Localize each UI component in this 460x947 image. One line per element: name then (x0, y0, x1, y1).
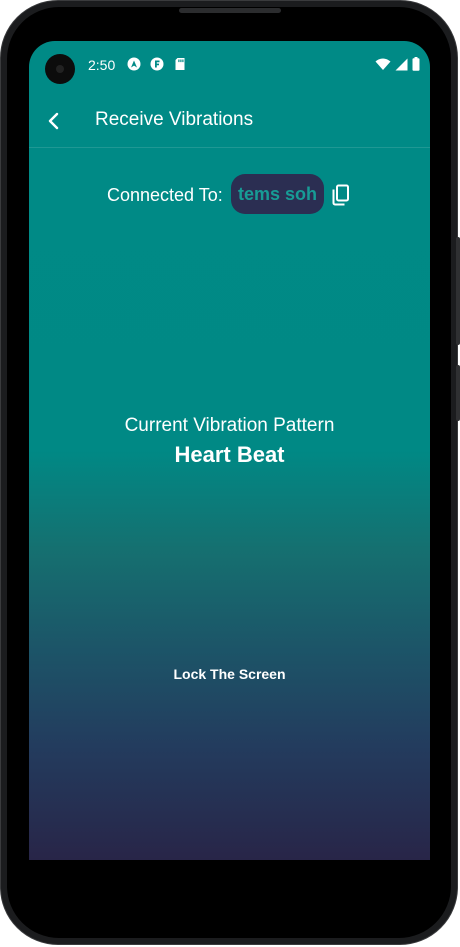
app-screen: 2:50 Receive Vibrations Connected To: te… (29, 41, 430, 860)
connected-label: Connected To: (107, 185, 223, 205)
arrow-back-icon (48, 112, 59, 130)
volume-button (456, 237, 460, 345)
lock-screen-label: Lock The Screen (173, 666, 286, 682)
sd-card-icon (173, 57, 187, 71)
earpiece-speaker (179, 8, 281, 13)
android-auto-icon (127, 57, 141, 71)
device-name-chip[interactable]: tems soh (231, 174, 324, 214)
pattern-name: Heart Beat (174, 442, 285, 467)
cellular-signal-icon (395, 58, 408, 76)
copy-icon (332, 184, 349, 206)
lock-screen-button[interactable]: Lock The Screen (149, 661, 310, 687)
status-time: 2:50 (88, 57, 116, 73)
battery-icon (412, 57, 420, 76)
power-button (456, 365, 460, 421)
device-name: tems soh (237, 183, 318, 204)
copy-button[interactable] (329, 183, 353, 207)
wifi-icon (375, 57, 391, 76)
front-camera (45, 54, 75, 84)
connection-row: Connected To: tems soh (29, 173, 430, 215)
pattern-caption: Current Vibration Pattern (124, 415, 335, 436)
page-title: Receive Vibrations (95, 109, 254, 130)
app-bar: Receive Vibrations (29, 98, 430, 148)
app-notification-icon (150, 57, 164, 71)
back-button[interactable] (41, 108, 67, 134)
system-status-icons (375, 57, 420, 76)
phone-frame: 2:50 Receive Vibrations Connected To: te… (0, 0, 460, 945)
